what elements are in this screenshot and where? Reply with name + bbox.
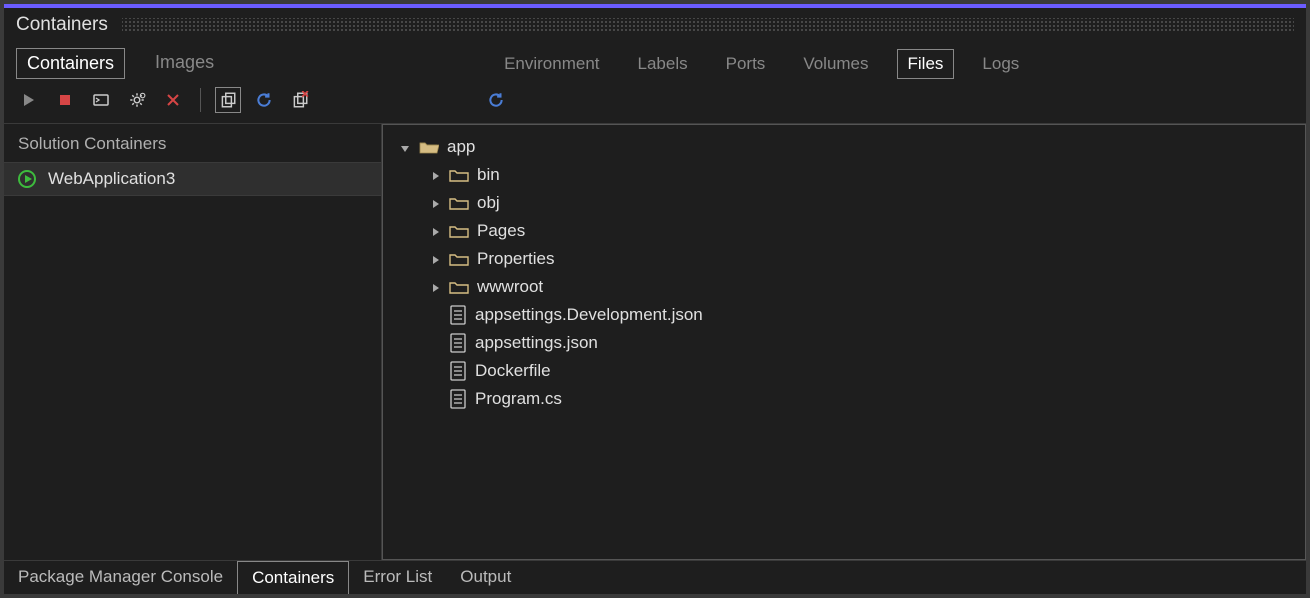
- tree-node-label: Properties: [477, 249, 554, 269]
- sidebar-heading: Solution Containers: [4, 124, 381, 162]
- file-node-program-cs[interactable]: Program.cs: [387, 385, 1301, 413]
- folder-icon: [449, 251, 469, 267]
- prune-button[interactable]: [287, 87, 313, 113]
- file-icon: [449, 389, 467, 409]
- expander-icon[interactable]: [429, 197, 441, 209]
- folder-node-obj[interactable]: obj: [387, 189, 1301, 217]
- file-node-appsettings-json[interactable]: appsettings.json: [387, 329, 1301, 357]
- expander-icon: [429, 393, 441, 405]
- expander-icon: [429, 337, 441, 349]
- settings-button[interactable]: [124, 87, 150, 113]
- delete-button[interactable]: [160, 87, 186, 113]
- expander-icon[interactable]: [429, 225, 441, 237]
- file-icon: [449, 333, 467, 353]
- detail-tab-labels[interactable]: Labels: [628, 50, 698, 78]
- refresh-button[interactable]: [251, 87, 277, 113]
- top-tab-containers[interactable]: Containers: [16, 48, 125, 79]
- tree-node-label: Pages: [477, 221, 525, 241]
- tree-node-label: app: [447, 137, 475, 157]
- container-list-sidebar: Solution Containers WebApplication3: [4, 124, 382, 560]
- tree-node-label: wwwroot: [477, 277, 543, 297]
- folder-node-bin[interactable]: bin: [387, 161, 1301, 189]
- expander-icon: [429, 365, 441, 377]
- toolbar-separator: [200, 88, 201, 112]
- bottom-tab-error-list[interactable]: Error List: [349, 561, 446, 594]
- file-icon: [449, 361, 467, 381]
- expander-icon[interactable]: [429, 281, 441, 293]
- tree-node-label: appsettings.Development.json: [475, 305, 703, 325]
- files-refresh-button[interactable]: [483, 87, 509, 113]
- expander-icon: [429, 309, 441, 321]
- folder-node-properties[interactable]: Properties: [387, 245, 1301, 273]
- tree-node-label: Program.cs: [475, 389, 562, 409]
- detail-tab-logs[interactable]: Logs: [972, 50, 1029, 78]
- folder-node-pages[interactable]: Pages: [387, 217, 1301, 245]
- container-item[interactable]: WebApplication3: [4, 162, 381, 196]
- folder-open-icon: [419, 139, 439, 155]
- tree-node-label: appsettings.json: [475, 333, 598, 353]
- bottom-tab-containers[interactable]: Containers: [237, 561, 349, 594]
- detail-tab-volumes[interactable]: Volumes: [793, 50, 878, 78]
- folder-icon: [449, 195, 469, 211]
- detail-tab-environment[interactable]: Environment: [494, 50, 609, 78]
- running-status-icon: [18, 170, 36, 188]
- expander-icon[interactable]: [429, 253, 441, 265]
- stop-button[interactable]: [52, 87, 78, 113]
- tree-node-label: obj: [477, 193, 500, 213]
- copy-stack-button[interactable]: [215, 87, 241, 113]
- file-node-appsettings-development-json[interactable]: appsettings.Development.json: [387, 301, 1301, 329]
- file-tree-pane[interactable]: appbin obj Pages Properties wwwroot appsettin…: [382, 124, 1306, 560]
- terminal-button[interactable]: [88, 87, 114, 113]
- bottom-tool-window-tabs: Package Manager ConsoleContainersError L…: [4, 560, 1306, 594]
- folder-node-wwwroot[interactable]: wwwroot: [387, 273, 1301, 301]
- expander-icon[interactable]: [399, 141, 411, 153]
- folder-node-app[interactable]: app: [387, 133, 1301, 161]
- bottom-tab-output[interactable]: Output: [446, 561, 525, 594]
- toolbar-row: [4, 85, 1306, 124]
- folder-icon: [449, 279, 469, 295]
- file-icon: [449, 305, 467, 325]
- folder-icon: [449, 167, 469, 183]
- panel-title-row: Containers: [4, 8, 1306, 40]
- detail-tab-ports[interactable]: Ports: [716, 50, 776, 78]
- panel-title: Containers: [16, 14, 108, 36]
- detail-tab-files[interactable]: Files: [897, 49, 955, 79]
- panel-grip[interactable]: [122, 18, 1294, 32]
- play-button[interactable]: [16, 87, 42, 113]
- layout-tabs-row: Containers Images Environment Labels Ports V…: [4, 40, 1306, 85]
- expander-icon[interactable]: [429, 169, 441, 181]
- top-tab-images[interactable]: Images: [145, 48, 224, 79]
- tree-node-label: Dockerfile: [475, 361, 551, 381]
- bottom-tab-package-manager-console[interactable]: Package Manager Console: [4, 561, 237, 594]
- file-node-dockerfile[interactable]: Dockerfile: [387, 357, 1301, 385]
- tree-node-label: bin: [477, 165, 500, 185]
- folder-icon: [449, 223, 469, 239]
- container-name: WebApplication3: [48, 169, 175, 189]
